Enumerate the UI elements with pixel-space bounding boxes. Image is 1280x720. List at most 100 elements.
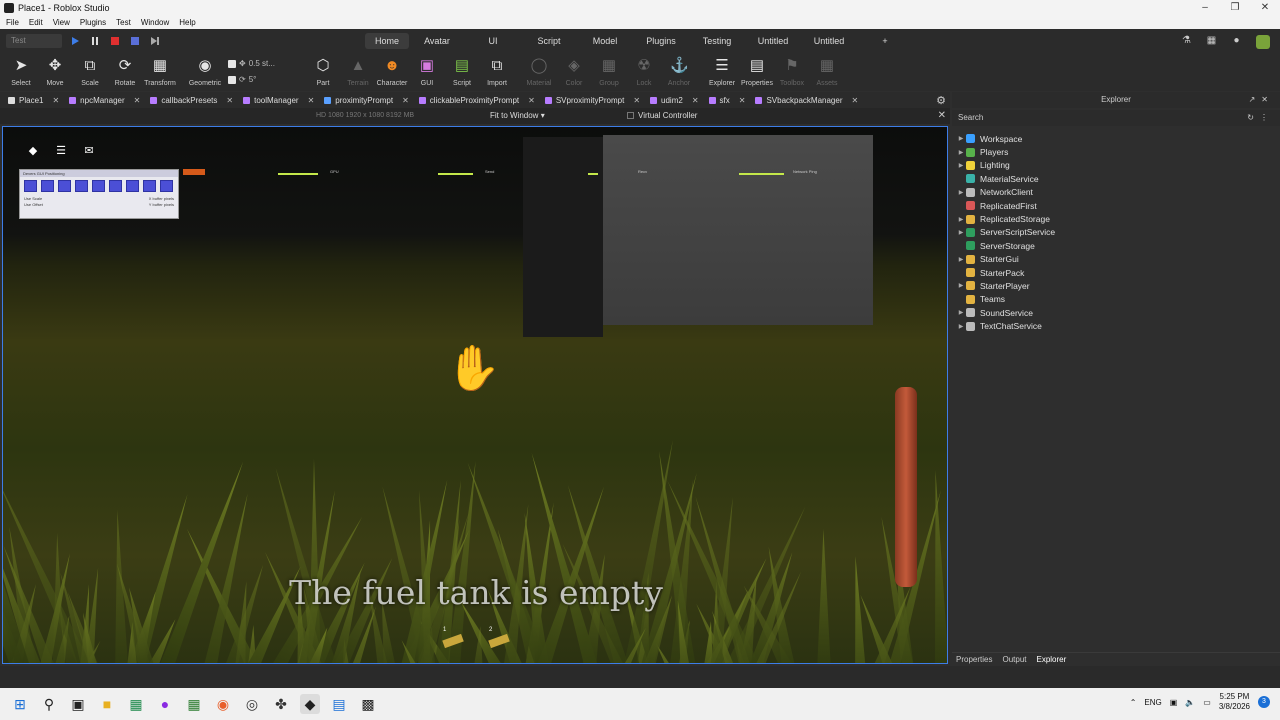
language-indicator[interactable]: ENG — [1144, 698, 1161, 707]
tab-home[interactable]: Home — [365, 33, 409, 49]
task-view-icon[interactable]: ▣ — [68, 694, 88, 714]
doc-tab-callbackpresets[interactable]: callbackPresets ✕ — [140, 92, 233, 108]
transform-tool[interactable]: ▦ Transform — [143, 57, 177, 87]
tab-script[interactable]: Script — [521, 33, 577, 49]
share-icon[interactable]: ⚗ — [1181, 35, 1192, 46]
doc-tab-place1[interactable]: Place1 ✕ — [0, 92, 59, 108]
anchor-button[interactable] — [75, 180, 88, 192]
color-tool[interactable]: ◈ Color — [557, 57, 591, 87]
file-explorer-icon[interactable]: ■ — [97, 694, 117, 714]
anchor-button[interactable] — [109, 180, 122, 192]
move-tool[interactable]: ✥ Move — [38, 57, 72, 87]
app-icon[interactable]: ✤ — [271, 694, 291, 714]
virtual-controller-toggle[interactable]: Virtual Controller — [627, 111, 697, 120]
network-icon[interactable]: ▣ — [1170, 698, 1178, 707]
select-tool[interactable]: ➤ Select — [4, 57, 38, 87]
pause-icon[interactable] — [90, 36, 100, 46]
expand-arrow-icon[interactable]: ▶ — [956, 189, 966, 196]
doc-tab-proximityprompt[interactable]: proximityPrompt ✕ — [314, 92, 409, 108]
user-avatar[interactable] — [1256, 35, 1270, 49]
close-icon[interactable]: ✕ — [1261, 95, 1274, 104]
explorer-item-serverstorage[interactable]: ServerStorage — [952, 239, 1280, 252]
hamburger-menu-icon[interactable]: ☰ — [55, 145, 67, 157]
tor-browser-icon[interactable]: ● — [155, 694, 175, 714]
menu-view[interactable]: View — [53, 18, 70, 27]
rotate-tool[interactable]: ⟳ Rotate — [108, 57, 142, 87]
collaborate-icon[interactable]: ▦ — [1206, 35, 1217, 46]
explorer-item-starterpack[interactable]: StarterPack — [952, 266, 1280, 279]
client-server-icon[interactable] — [130, 36, 140, 46]
close-icon[interactable]: ✕ — [739, 96, 746, 105]
explorer-item-replicatedfirst[interactable]: ReplicatedFirst — [952, 199, 1280, 212]
roblox-studio-taskbar-icon[interactable]: ◆ — [300, 694, 320, 714]
expand-arrow-icon[interactable]: ▶ — [956, 282, 966, 289]
tab-testing[interactable]: Testing — [689, 33, 745, 49]
explorer-item-starterplayer[interactable]: ▶ StarterPlayer — [952, 279, 1280, 292]
doc-tab-clickableproximityprompt[interactable]: clickableProximityPrompt ✕ — [409, 92, 535, 108]
explorer-item-textchatservice[interactable]: ▶ TextChatService — [952, 319, 1280, 332]
notification-badge[interactable]: 3 — [1258, 696, 1270, 708]
search-icon[interactable]: ⚲ — [39, 694, 59, 714]
expand-arrow-icon[interactable]: ▶ — [956, 135, 966, 142]
explorer-search[interactable]: Search ↻⋮ — [952, 110, 1280, 126]
explorer-item-materialservice[interactable]: MaterialService — [952, 172, 1280, 185]
close-icon[interactable]: ✕ — [852, 96, 859, 105]
history-icon[interactable]: ↻ — [1247, 113, 1260, 122]
explorer-item-replicatedstorage[interactable]: ▶ ReplicatedStorage — [952, 212, 1280, 225]
explorer-item-players[interactable]: ▶ Players — [952, 145, 1280, 158]
menu-plugins[interactable]: Plugins — [80, 18, 106, 27]
explorer-item-soundservice[interactable]: ▶ SoundService — [952, 306, 1280, 319]
close-icon[interactable]: ✕ — [633, 96, 640, 105]
expand-arrow-icon[interactable]: ▶ — [956, 256, 966, 263]
roblox-player-icon[interactable]: ▩ — [358, 694, 378, 714]
anchor-button[interactable] — [24, 180, 37, 192]
more-icon[interactable]: ⋮ — [1260, 113, 1274, 122]
close-icon[interactable]: ✕ — [528, 96, 535, 105]
tab-plugins[interactable]: Plugins — [633, 33, 689, 49]
terrain-tool[interactable]: ▲ Terrain — [341, 57, 375, 87]
doc-tab-toolmanager[interactable]: toolManager ✕ — [233, 92, 314, 108]
minimize-icon[interactable]: – — [1190, 2, 1220, 13]
tab-model[interactable]: Model — [577, 33, 633, 49]
close-icon[interactable]: ✕ — [134, 96, 141, 105]
battery-icon[interactable]: ▭ — [1203, 698, 1211, 707]
anchor-button[interactable] — [41, 180, 54, 192]
tab-untitled-1[interactable]: Untitled — [745, 33, 801, 49]
material-tool[interactable]: ◯ Material — [522, 57, 556, 87]
tab-ui[interactable]: UI — [465, 33, 521, 49]
roblox-menu-icon[interactable]: ◆ — [27, 145, 39, 157]
rotate-snap-checkbox[interactable] — [228, 75, 236, 84]
gear-icon[interactable]: ⚙ — [936, 94, 946, 107]
anchor-button[interactable] — [58, 180, 71, 192]
move-snap[interactable]: ✥ 0.5 st... — [228, 59, 275, 68]
close-icon[interactable]: ✕ — [1250, 2, 1280, 13]
menu-help[interactable]: Help — [179, 18, 195, 27]
popout-icon[interactable]: ↗ — [1249, 95, 1262, 104]
group-tool[interactable]: ▦ Group — [592, 57, 626, 87]
chrome-icon[interactable]: ◎ — [242, 694, 262, 714]
hotbar-slot-2[interactable]: 2 — [488, 627, 510, 649]
tab-untitled-2[interactable]: Untitled — [801, 33, 857, 49]
use-scale-option[interactable]: Use Scale — [24, 196, 42, 201]
gui-tool[interactable]: ▣ GUI — [410, 57, 444, 87]
tab-explorer[interactable]: Explorer — [1036, 655, 1066, 664]
menu-test[interactable]: Test — [116, 18, 131, 27]
close-icon[interactable]: ✕ — [692, 96, 699, 105]
anchor-tool[interactable]: ⚓ Anchor — [662, 57, 696, 87]
use-offset-option[interactable]: Use Offset — [24, 202, 43, 207]
expand-arrow-icon[interactable]: ▶ — [956, 323, 966, 330]
geometric-tool[interactable]: ◉ Geometric — [188, 57, 222, 87]
maximize-icon[interactable]: ❐ — [1220, 2, 1250, 13]
explorer-item-serverscriptservice[interactable]: ▶ ServerScriptService — [952, 226, 1280, 239]
doc-tab-svbackpackmanager[interactable]: SVbackpackManager ✕ — [745, 92, 858, 108]
excel-icon[interactable]: ▦ — [126, 694, 146, 714]
stop-icon[interactable] — [110, 36, 120, 46]
fit-to-window-dropdown[interactable]: Fit to Window ▾ — [490, 111, 545, 120]
step-icon[interactable] — [150, 36, 160, 46]
tab-properties[interactable]: Properties — [956, 655, 992, 664]
doc-tab-udim2[interactable]: udim2 ✕ — [640, 92, 699, 108]
explorer-item-lighting[interactable]: ▶ Lighting — [952, 159, 1280, 172]
tab-output[interactable]: Output — [1002, 655, 1026, 664]
tab-avatar[interactable]: Avatar — [409, 33, 465, 49]
anchor-button[interactable] — [126, 180, 139, 192]
